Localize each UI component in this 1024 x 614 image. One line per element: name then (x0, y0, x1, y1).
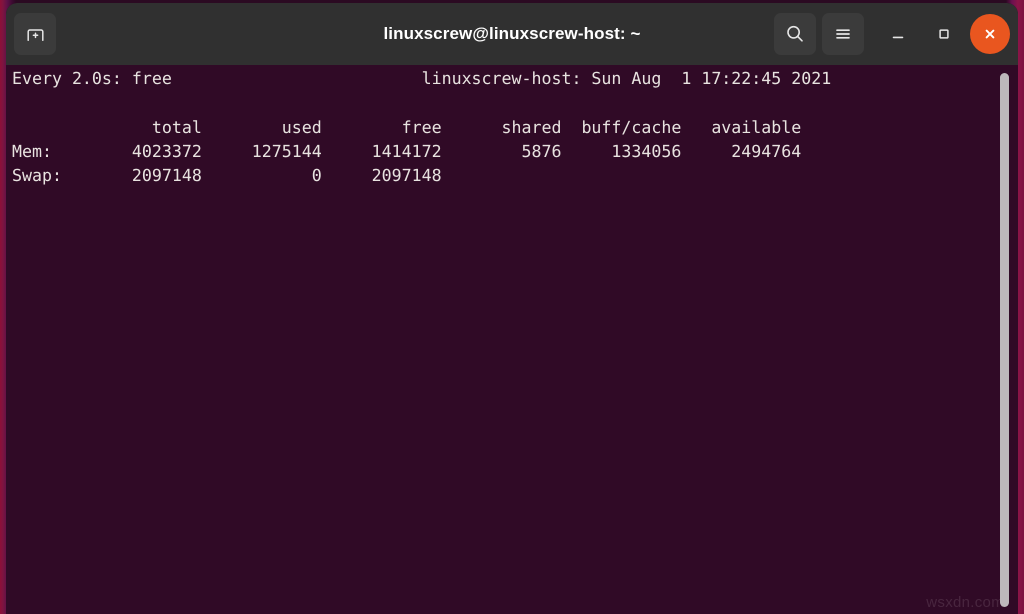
titlebar-left-group (14, 13, 56, 55)
terminal-output-text: Every 2.0s: free linuxscrew-host: Sun Au… (12, 67, 1018, 188)
maximize-button[interactable] (924, 14, 964, 54)
close-icon (981, 25, 999, 43)
titlebar-right-group (774, 13, 1010, 55)
close-button[interactable] (970, 14, 1010, 54)
hamburger-menu-icon (832, 23, 854, 45)
minimize-button[interactable] (878, 14, 918, 54)
maximize-icon (935, 25, 953, 43)
watermark: wsxdn.com (926, 594, 1004, 611)
main-menu-button[interactable] (822, 13, 864, 55)
desktop-background: linuxscrew@linuxscrew-host: ~ (0, 0, 1024, 614)
new-tab-button[interactable] (14, 13, 56, 55)
new-tab-icon (25, 24, 46, 45)
terminal-window: linuxscrew@linuxscrew-host: ~ (6, 3, 1018, 614)
search-icon (784, 23, 806, 45)
search-button[interactable] (774, 13, 816, 55)
window-titlebar: linuxscrew@linuxscrew-host: ~ (6, 3, 1018, 65)
terminal-scrollbar[interactable] (1000, 73, 1009, 607)
terminal-scrollbar-thumb[interactable] (1000, 73, 1009, 607)
minimize-icon (889, 25, 907, 43)
terminal-content-area[interactable]: Every 2.0s: free linuxscrew-host: Sun Au… (6, 65, 1018, 614)
